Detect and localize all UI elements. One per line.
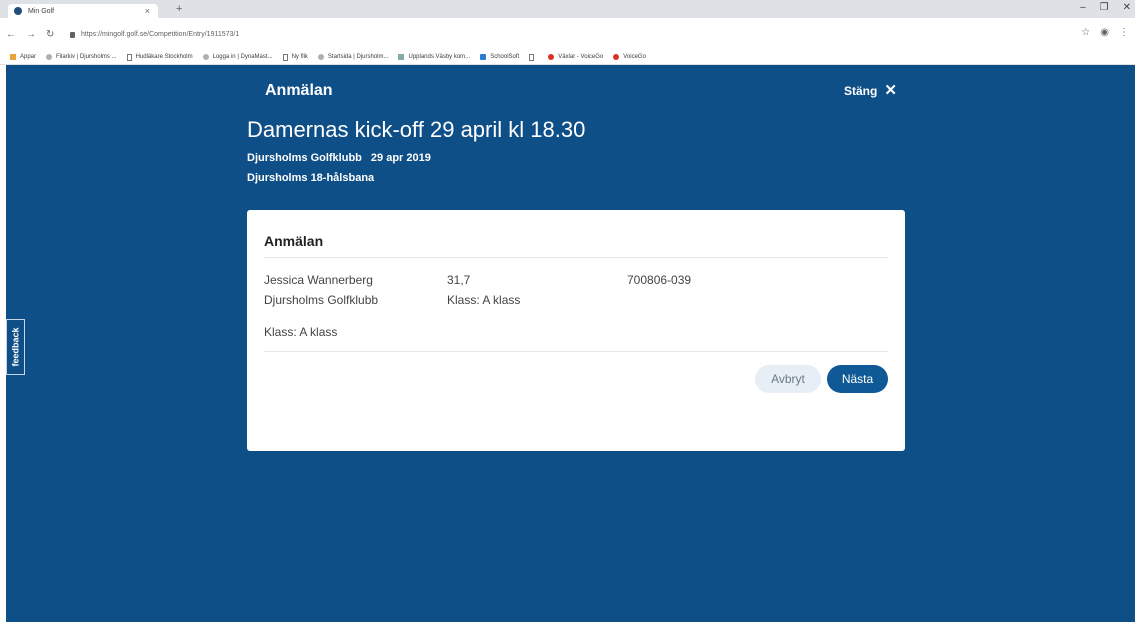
- window-close-icon[interactable]: ✕: [1123, 2, 1131, 13]
- bookmark-apps[interactable]: Appar: [10, 54, 36, 60]
- voicego-icon: [548, 54, 555, 60]
- lock-icon: [70, 31, 75, 38]
- card-title: Anmälan: [264, 233, 324, 249]
- bookmark-hudlakare[interactable]: Hudläkare Stockholm: [126, 53, 193, 61]
- competition-course: Djursholms 18-hålsbana: [247, 172, 375, 184]
- page-title: Anmälan: [265, 82, 333, 99]
- bookmark-filarkiv[interactable]: Filarkiv | Djursholms ...: [46, 54, 117, 60]
- schoolsoft-icon: [480, 54, 487, 60]
- player-club: Djursholms Golfklubb: [264, 293, 379, 307]
- browser-menu-icon[interactable]: ⋮: [1119, 27, 1129, 38]
- new-tab-icon[interactable]: +: [176, 3, 182, 15]
- funnel-icon: [398, 54, 405, 60]
- page-background: feedback Anmälan Stäng ✕ Damernas kick-o…: [6, 65, 1135, 622]
- cancel-button[interactable]: Avbryt: [755, 365, 821, 393]
- url-path: /Competition/Entry/1911573/1: [147, 31, 240, 38]
- competition-title: Damernas kick-off 29 april kl 18.30: [247, 117, 586, 142]
- bookmark-voicego[interactable]: VoiceGo: [613, 54, 646, 60]
- page-icon: [282, 53, 288, 61]
- page-icon: [529, 53, 535, 61]
- feedback-label: feedback: [10, 327, 21, 367]
- url-host: https://mingolf.golf.se: [81, 31, 148, 38]
- apps-grid-icon: [10, 54, 16, 60]
- site-favicon-icon: [14, 7, 22, 15]
- restore-icon[interactable]: ❐: [1100, 2, 1109, 13]
- bookmarks-bar: Appar Filarkiv | Djursholms ... Hudläkar…: [0, 50, 1135, 65]
- browser-tab[interactable]: Min Golf ×: [8, 4, 158, 18]
- feedback-tab[interactable]: feedback: [6, 319, 25, 375]
- bookmark-upplands-vasby[interactable]: Upplands Väsby kom...: [398, 54, 470, 60]
- profile-icon[interactable]: ◉: [1100, 27, 1109, 38]
- bookmark-startsida[interactable]: Startsida | Djursholm...: [317, 54, 388, 60]
- bookmark-vaxlar-voicego[interactable]: Växlar - VoiceGo: [548, 54, 603, 60]
- class-summary: Klass: A klass: [264, 325, 338, 339]
- bookmark-dynamast[interactable]: Logga in | DynaMast...: [202, 54, 273, 60]
- site-icon: [202, 54, 209, 60]
- page-icon: [126, 53, 132, 61]
- minimize-icon[interactable]: –: [1080, 2, 1086, 13]
- divider: [264, 257, 888, 258]
- address-bar[interactable]: https://mingolf.golf.se /Competition/Ent…: [70, 31, 239, 38]
- close-button[interactable]: Stäng ✕: [844, 83, 897, 98]
- divider: [264, 351, 888, 352]
- bookmark-star-icon[interactable]: ☆: [1081, 27, 1090, 38]
- reload-icon[interactable]: ↻: [46, 29, 54, 40]
- player-handicap: 31,7: [447, 273, 471, 287]
- browser-toolbar: ← → ↻ https://mingolf.golf.se /Competiti…: [0, 18, 1135, 50]
- competition-meta: Djursholms Golfklubb 29 apr 2019: [247, 152, 431, 164]
- player-class: Klass: A klass: [447, 293, 521, 307]
- bookmark-schoolsoft[interactable]: SchoolSoft: [480, 54, 519, 60]
- bookmark-ny-flik[interactable]: Ny flik: [282, 53, 308, 61]
- competition-date: 29 apr 2019: [370, 152, 431, 164]
- site-icon: [317, 54, 324, 60]
- window-controls: – ❐ ✕: [1080, 2, 1131, 13]
- competition-club: Djursholms Golfklubb: [247, 152, 362, 164]
- next-button[interactable]: Nästa: [827, 365, 888, 393]
- forward-arrow-icon[interactable]: →: [26, 29, 36, 40]
- voicego-icon: [613, 54, 620, 60]
- close-label: Stäng: [844, 83, 878, 98]
- entry-card: Anmälan Jessica Wannerberg Djursholms Go…: [247, 210, 905, 451]
- close-icon: ✕: [884, 82, 897, 99]
- bookmark-page[interactable]: [529, 53, 538, 61]
- back-arrow-icon[interactable]: ←: [6, 29, 16, 40]
- tab-title: Min Golf: [28, 7, 55, 15]
- golf-id: 700806-039: [627, 273, 692, 287]
- tab-close-icon[interactable]: ×: [145, 6, 150, 16]
- site-icon: [46, 54, 53, 60]
- player-name: Jessica Wannerberg: [264, 273, 373, 287]
- browser-tab-bar: Min Golf × + – ❐ ✕: [0, 0, 1135, 18]
